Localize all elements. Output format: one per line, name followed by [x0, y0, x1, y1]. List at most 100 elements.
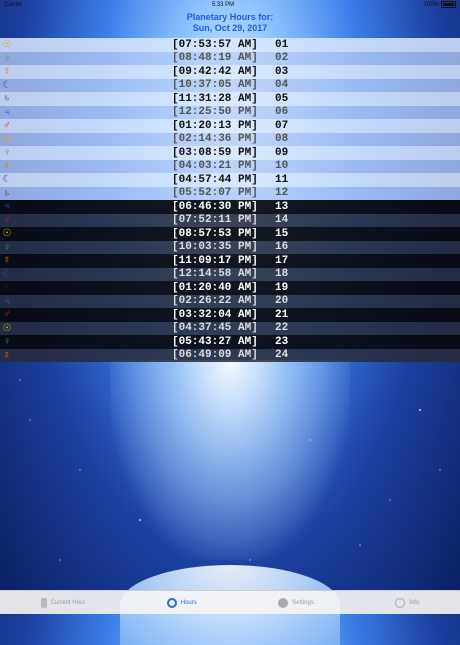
mars-icon: ♂	[3, 120, 11, 132]
hour-row[interactable]: ♀ [05:43:27 AM] 23	[0, 335, 460, 349]
hour-row[interactable]: ☾ [04:57:44 PM] 11	[0, 173, 460, 187]
hour-time: [03:08:59 PM]	[172, 146, 258, 159]
sun-icon: ☉	[2, 228, 12, 240]
hour-row[interactable]: ♂ [07:52:11 PM] 14	[0, 213, 460, 227]
hour-time: [08:48:19 AM]	[172, 52, 258, 65]
hour-number: 18	[275, 268, 289, 281]
hour-number: 15	[275, 227, 289, 240]
jupiter-icon: ♃	[3, 106, 11, 118]
tab-current-hour[interactable]: Current Hour	[40, 597, 85, 608]
hour-number: 14	[275, 214, 289, 227]
hour-row[interactable]: ☿ [09:42:42 AM] 03	[0, 65, 460, 79]
date-line: Sun, Oct 29, 2017	[192, 23, 268, 33]
hour-time: [01:20:40 AM]	[172, 281, 258, 294]
saturn-icon: ♄	[3, 93, 11, 105]
mars-icon: ♂	[3, 309, 11, 321]
hour-row[interactable]: ☿ [04:03:21 PM] 10	[0, 159, 460, 173]
venus-icon: ♀	[3, 241, 11, 253]
hour-row[interactable]: ☾ [12:14:58 AM] 18	[0, 267, 460, 281]
hour-time: [11:09:17 PM]	[172, 254, 258, 267]
hour-row[interactable]: ♄ [05:52:07 PM] 12	[0, 186, 460, 200]
hour-time: [12:25:50 PM]	[172, 106, 258, 119]
venus-icon: ♀	[3, 52, 11, 64]
hour-time: [02:26:22 AM]	[172, 295, 258, 308]
hour-number: 05	[275, 92, 289, 105]
hour-number: 20	[275, 295, 289, 308]
hour-time: [05:43:27 AM]	[172, 335, 258, 348]
tab-label: Settings	[292, 599, 314, 606]
tab-label: Info	[409, 599, 420, 606]
status-bar: Carrier 5:33 PM 100%	[0, 0, 460, 9]
hour-number: 01	[275, 38, 289, 51]
hour-time: [07:52:11 PM]	[172, 214, 258, 227]
hour-time: [02:14:36 PM]	[172, 133, 258, 146]
hour-row[interactable]: ♄ [01:20:40 AM] 19	[0, 281, 460, 295]
moon-icon: ☾	[2, 174, 12, 186]
hour-time: [12:14:58 AM]	[172, 268, 258, 281]
hour-number: 22	[275, 322, 289, 335]
hour-row[interactable]: ♄ [11:31:28 AM] 05	[0, 92, 460, 106]
hour-row[interactable]: ☾ [10:37:05 AM] 04	[0, 78, 460, 92]
hour-row[interactable]: ☿ [06:49:09 AM] 24	[0, 348, 460, 362]
light-beam	[110, 360, 350, 560]
hour-row[interactable]: ♃ [06:46:30 PM] 13	[0, 200, 460, 214]
hour-time: [06:49:09 AM]	[172, 349, 258, 362]
carrier-label: Carrier	[4, 1, 23, 8]
page-title: Planetary Hours for: Sun, Oct 29, 2017	[0, 12, 460, 34]
hour-number: 17	[275, 254, 289, 267]
saturn-icon: ♄	[3, 187, 11, 199]
hour-time: [08:57:53 PM]	[172, 227, 258, 240]
hour-row[interactable]: ☉ [02:14:36 PM] 08	[0, 132, 460, 146]
hours-clock-icon	[166, 597, 177, 608]
hour-number: 07	[275, 119, 289, 132]
hour-number: 03	[275, 65, 289, 78]
hour-time: [04:03:21 PM]	[172, 160, 258, 173]
hour-row[interactable]: ♃ [02:26:22 AM] 20	[0, 294, 460, 308]
tab-label: Hours	[180, 599, 197, 606]
hour-time: [06:46:30 PM]	[172, 200, 258, 213]
tab-bar: Current Hour Hours Settings Info	[0, 590, 460, 614]
hour-row[interactable]: ☉ [08:57:53 PM] 15	[0, 227, 460, 241]
hour-number: 11	[275, 173, 289, 186]
hour-row[interactable]: ♀ [10:03:35 PM] 16	[0, 240, 460, 254]
hour-row[interactable]: ♀ [08:48:19 AM] 02	[0, 51, 460, 65]
saturn-icon: ♄	[3, 282, 11, 294]
hour-number: 10	[275, 160, 289, 173]
hour-number: 19	[275, 281, 289, 294]
hour-row[interactable]: ☿ [11:09:17 PM] 17	[0, 254, 460, 268]
hour-number: 16	[275, 241, 289, 254]
hour-number: 02	[275, 52, 289, 65]
mercury-icon: ☿	[3, 255, 11, 267]
mars-icon: ♂	[3, 214, 11, 226]
hour-time: [11:31:28 AM]	[172, 92, 258, 105]
tab-info[interactable]: Info	[395, 597, 420, 608]
hour-time: [10:37:05 AM]	[172, 79, 258, 92]
info-icon	[395, 597, 406, 608]
mercury-icon: ☿	[3, 160, 11, 172]
hour-time: [10:03:35 PM]	[172, 241, 258, 254]
hour-row[interactable]: ♂ [03:32:04 AM] 21	[0, 308, 460, 322]
hour-number: 08	[275, 133, 289, 146]
hour-row[interactable]: ♂ [01:20:13 PM] 07	[0, 119, 460, 133]
hour-number: 06	[275, 106, 289, 119]
mercury-icon: ☿	[3, 66, 11, 78]
hour-time: [04:37:45 AM]	[172, 322, 258, 335]
hour-number: 12	[275, 187, 289, 200]
moon-icon: ☾	[2, 268, 12, 280]
title-line: Planetary Hours for:	[186, 12, 274, 22]
hour-row[interactable]: ☉ [04:37:45 AM] 22	[0, 321, 460, 335]
hour-row[interactable]: ☉ [07:53:57 AM] 01	[0, 38, 460, 52]
hour-row[interactable]: ♃ [12:25:50 PM] 06	[0, 105, 460, 119]
venus-icon: ♀	[3, 147, 11, 159]
gear-icon	[278, 597, 289, 608]
sun-icon: ☉	[2, 133, 12, 145]
hour-number: 13	[275, 200, 289, 213]
jupiter-icon: ♃	[3, 295, 11, 307]
hour-number: 23	[275, 335, 289, 348]
hour-number: 24	[275, 349, 289, 362]
tab-hours[interactable]: Hours	[166, 597, 197, 608]
tab-settings[interactable]: Settings	[278, 597, 314, 608]
jupiter-icon: ♃	[3, 201, 11, 213]
hour-row[interactable]: ♀ [03:08:59 PM] 09	[0, 146, 460, 160]
hour-time: [04:57:44 PM]	[172, 173, 258, 186]
